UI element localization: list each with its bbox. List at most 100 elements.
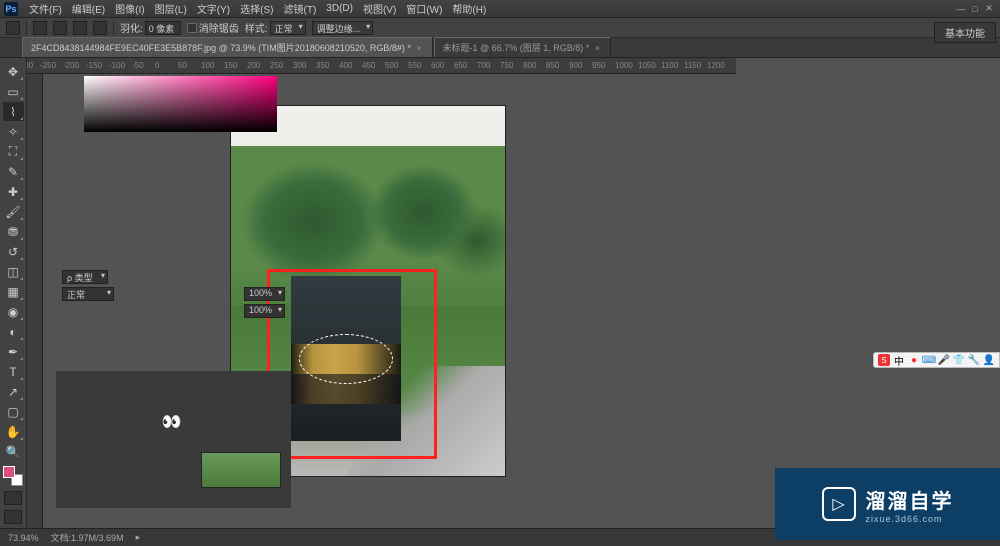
hand-tool[interactable]: ✋ (3, 422, 24, 441)
wand-tool[interactable]: ✧ (3, 122, 24, 141)
ruler-tick: 350 (316, 61, 329, 70)
eyedropper-tool[interactable]: ✎ (3, 162, 24, 181)
menu-window[interactable]: 窗口(W) (401, 1, 447, 16)
fill-input[interactable]: 100% (244, 304, 285, 318)
navigator-thumb[interactable] (201, 452, 281, 488)
brush-tool[interactable]: 🖌 (3, 202, 24, 221)
crop-tool[interactable]: ⛶ (3, 142, 24, 161)
ruler-tick: 250 (270, 61, 283, 70)
feather-input[interactable]: 0 像素 (145, 21, 181, 35)
ruler-tick: 0 (155, 61, 159, 70)
ime-user-icon[interactable]: 👤 (983, 354, 995, 366)
ruler-tick: 650 (454, 61, 467, 70)
ime-tool-icon[interactable]: 🔧 (968, 354, 980, 366)
ime-logo-icon[interactable]: S (878, 354, 890, 366)
stamp-tool[interactable]: ⛃ (3, 222, 24, 241)
sel-add-icon[interactable] (53, 21, 67, 35)
ruler-tick: 600 (431, 61, 444, 70)
style-label: 样式: (245, 20, 268, 35)
watermark-title: 溜溜自学 (866, 485, 954, 514)
app-logo: Ps (4, 2, 18, 16)
lasso-tool[interactable]: ⌇ (3, 102, 24, 121)
ruler-tick: 1200 (707, 61, 725, 70)
refine-edge-button[interactable]: 调整边缘... (312, 21, 374, 35)
ruler-tick: 450 (362, 61, 375, 70)
ime-toolbar[interactable]: S 中 ● ⌨ 🎤 👕 🔧 👤 (873, 352, 1000, 368)
pasted-layer[interactable] (291, 276, 401, 441)
ruler-tick: -150 (86, 61, 102, 70)
color-field[interactable] (84, 76, 277, 132)
zoom-tool[interactable]: 🔍 (3, 442, 24, 461)
menu-filter[interactable]: 滤镜(T) (279, 1, 322, 16)
ruler-tick: 100 (201, 61, 214, 70)
ruler-tick: 150 (224, 61, 237, 70)
menu-image[interactable]: 图像(I) (110, 1, 149, 16)
status-chevron-icon[interactable]: ▸ (136, 532, 141, 543)
antialias-checkbox[interactable] (187, 23, 197, 33)
maximize-icon[interactable]: □ (968, 4, 982, 14)
menu-view[interactable]: 视图(V) (358, 1, 401, 16)
ruler-vertical[interactable] (27, 74, 43, 528)
sel-sub-icon[interactable] (73, 21, 87, 35)
menu-file[interactable]: 文件(F) (24, 1, 67, 16)
doc-tab-1[interactable]: 2F4CD8438144984FE9EC40FE3E5B878F.jpg @ 7… (22, 37, 433, 57)
ruler-tick: 1050 (638, 61, 656, 70)
menu-help[interactable]: 帮助(H) (447, 1, 491, 16)
menu-3d[interactable]: 3D(D) (321, 3, 358, 14)
marquee-selection[interactable] (299, 334, 393, 384)
navigator-preview: 👀 (56, 371, 291, 508)
ruler-tick: 900 (569, 61, 582, 70)
sel-new-icon[interactable] (33, 21, 47, 35)
watermark: ▷ 溜溜自学 zixue.3d66.com (775, 468, 1000, 540)
history-brush-tool[interactable]: ↺ (3, 242, 24, 261)
quickmask-toggle[interactable] (4, 491, 22, 505)
opacity-input[interactable]: 100% (244, 287, 285, 301)
gradient-tool[interactable]: ▦ (3, 282, 24, 301)
ruler-tick: 1000 (615, 61, 633, 70)
zoom-level[interactable]: 73.94% (8, 533, 39, 543)
sel-int-icon[interactable] (93, 21, 107, 35)
layer-filter-dropdown[interactable]: ρ 类型 (62, 270, 108, 284)
menu-layer[interactable]: 图层(L) (150, 1, 192, 16)
blur-tool[interactable]: ◉ (3, 302, 24, 321)
doc-tab-2[interactable]: 未标题-1 @ 66.7% (图层 1, RGB/8) *× (434, 37, 611, 57)
ruler-tick: -50 (132, 61, 144, 70)
decorative-icon: 👀 (162, 412, 186, 432)
tool-preset-icon[interactable] (6, 21, 20, 35)
heal-tool[interactable]: ✚ (3, 182, 24, 201)
close-tab-icon[interactable]: × (417, 44, 422, 53)
color-swatches[interactable] (3, 466, 23, 486)
menu-type[interactable]: 文字(Y) (192, 1, 235, 16)
ime-punct-icon[interactable]: ● (908, 354, 920, 366)
menu-select[interactable]: 选择(S) (235, 1, 278, 16)
menu-edit[interactable]: 编辑(E) (67, 1, 110, 16)
watermark-url: zixue.3d66.com (866, 514, 954, 524)
style-dropdown[interactable]: 正常 (270, 21, 306, 35)
path-tool[interactable]: ↗ (3, 382, 24, 401)
dodge-tool[interactable]: ◐ (3, 322, 24, 341)
ruler-horizontal[interactable]: -300-250-200-150-100-5005010015020025030… (27, 58, 736, 74)
close-tab-icon[interactable]: × (595, 44, 600, 53)
shape-tool[interactable]: ▢ (3, 402, 24, 421)
move-tool[interactable]: ✥ (3, 62, 24, 81)
ruler-tick: -300 (27, 61, 33, 70)
ruler-tick: 500 (385, 61, 398, 70)
minimize-icon[interactable]: — (954, 4, 968, 14)
ime-skin-icon[interactable]: 👕 (953, 354, 965, 366)
ruler-tick: -200 (63, 61, 79, 70)
doc-size[interactable]: 文档:1.97M/3.69M (51, 531, 124, 544)
ruler-tick: 200 (247, 61, 260, 70)
ruler-tick: 1100 (661, 61, 678, 70)
pen-tool[interactable]: ✒ (3, 342, 24, 361)
screenmode-toggle[interactable] (4, 510, 22, 524)
ime-lang[interactable]: 中 (893, 354, 905, 366)
ime-mic-icon[interactable]: 🎤 (938, 354, 950, 366)
workspace-switcher[interactable]: 基本功能 (934, 22, 996, 43)
blend-mode-dropdown[interactable]: 正常 (62, 287, 114, 301)
type-tool[interactable]: T (3, 362, 24, 381)
marquee-tool[interactable]: ▭ (3, 82, 24, 101)
eraser-tool[interactable]: ◫ (3, 262, 24, 281)
ime-keyboard-icon[interactable]: ⌨ (923, 354, 935, 366)
close-icon[interactable]: ✕ (982, 3, 996, 14)
ruler-tick: 950 (592, 61, 605, 70)
